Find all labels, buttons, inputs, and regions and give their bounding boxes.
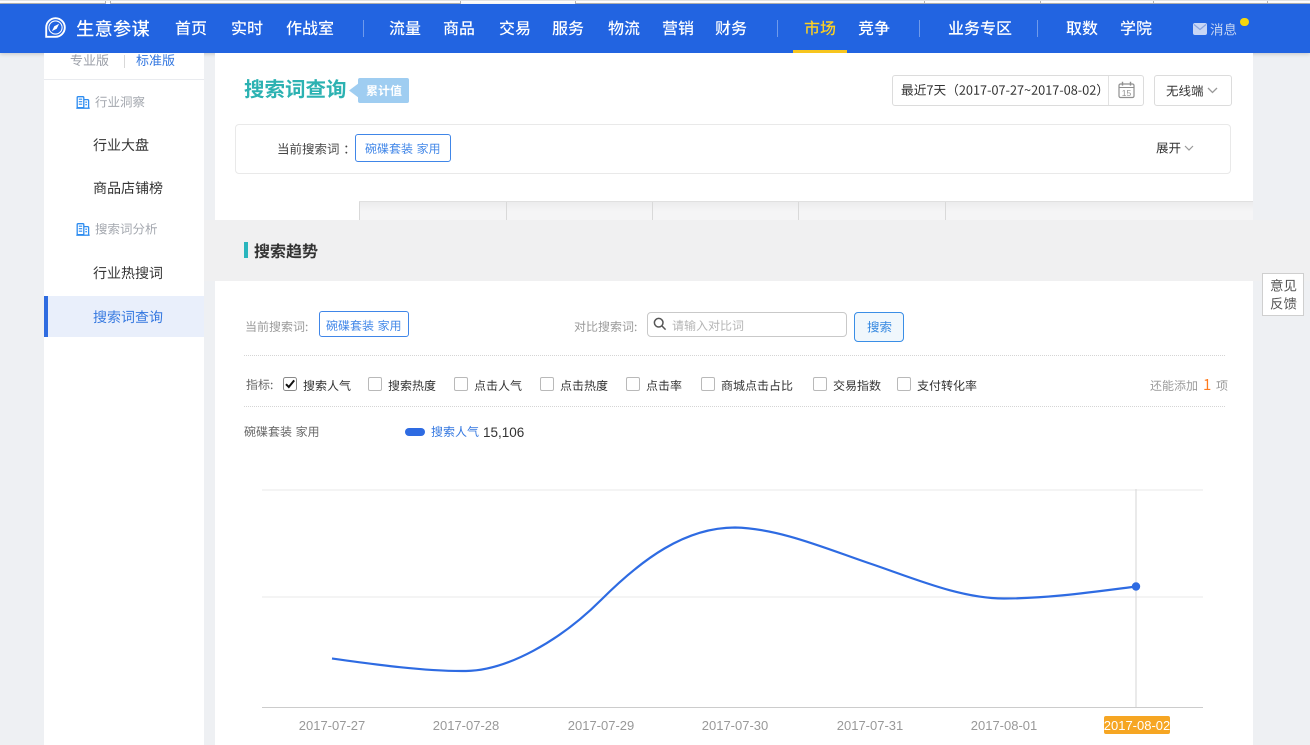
svg-text:15: 15	[1122, 88, 1132, 98]
svg-text:2017-07-29: 2017-07-29	[568, 718, 635, 733]
svg-text:2017-07-27: 2017-07-27	[299, 718, 366, 733]
svg-text:2017-08-01: 2017-08-01	[971, 718, 1038, 733]
svg-text:2017-07-31: 2017-07-31	[837, 718, 904, 733]
svg-text:2017-07-28: 2017-07-28	[433, 718, 500, 733]
svg-text:2017-08-02: 2017-08-02	[1104, 718, 1171, 733]
svg-text:2017-07-30: 2017-07-30	[702, 718, 769, 733]
